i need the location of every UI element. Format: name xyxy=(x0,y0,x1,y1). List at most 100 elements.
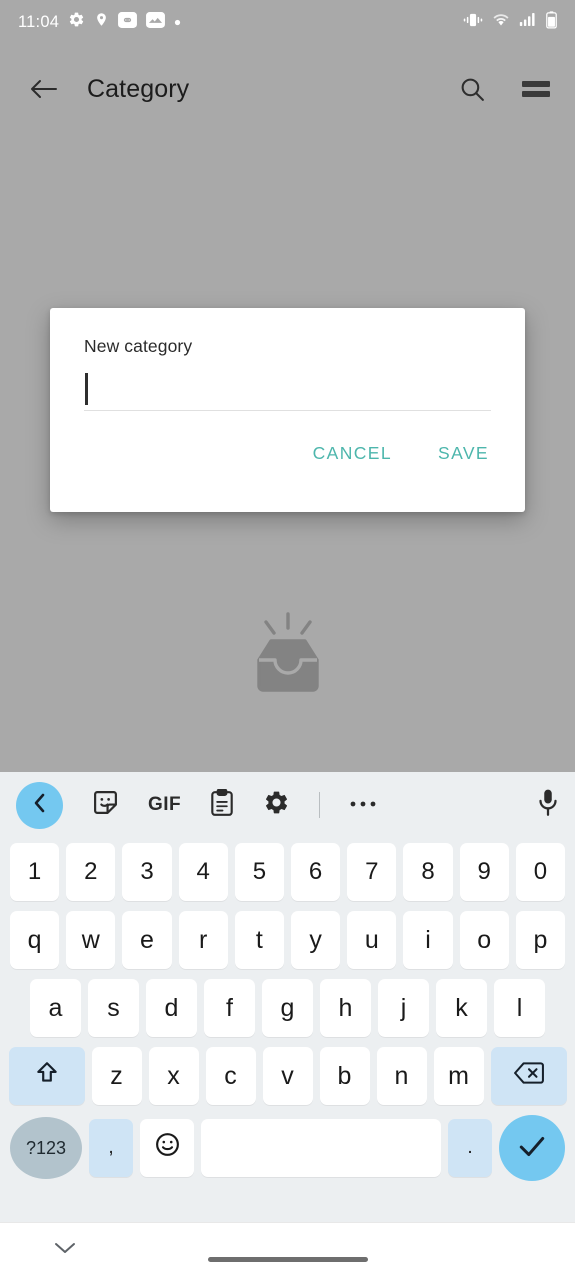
shift-up-icon xyxy=(34,1060,60,1093)
status-bar-left: 11:04 xyxy=(18,11,181,33)
key-j[interactable]: j xyxy=(378,979,429,1037)
key-4[interactable]: 4 xyxy=(178,843,228,901)
status-time: 11:04 xyxy=(18,12,60,31)
key-w[interactable]: w xyxy=(66,911,116,969)
on-screen-keyboard: GIF 1 2 3 4 5 6 7 8 9 0 q w e r t y u i … xyxy=(0,772,575,1222)
toolbar-divider xyxy=(319,792,321,818)
wifi-icon xyxy=(492,12,510,32)
keyboard-back-button[interactable] xyxy=(16,781,63,829)
battery-icon xyxy=(546,10,557,34)
list-menu-icon[interactable] xyxy=(519,72,553,106)
key-a[interactable]: a xyxy=(30,979,81,1037)
keyboard-row-bottom: zxcvbnm xyxy=(0,1042,575,1110)
status-bar: 11:04 xyxy=(0,0,575,44)
microphone-icon xyxy=(537,788,559,823)
key-u[interactable]: u xyxy=(347,911,397,969)
chevron-down-icon xyxy=(54,1241,76,1260)
dialog-label: New category xyxy=(84,336,193,356)
keyboard-settings-button[interactable] xyxy=(263,780,290,830)
clipboard-button[interactable] xyxy=(210,780,234,830)
keyboard-row-home: asdfghjkl xyxy=(0,974,575,1042)
key-8[interactable]: 8 xyxy=(403,843,453,901)
emoji-key[interactable] xyxy=(140,1119,194,1177)
keyboard-more-button[interactable] xyxy=(349,780,377,830)
key-1[interactable]: 1 xyxy=(9,843,60,901)
sticker-button[interactable] xyxy=(92,780,119,830)
image-icon xyxy=(146,11,166,33)
category-name-input[interactable] xyxy=(84,369,491,410)
key-0[interactable]: 0 xyxy=(515,843,566,901)
search-icon[interactable] xyxy=(455,72,489,106)
key-x[interactable]: x xyxy=(148,1047,199,1105)
empty-inbox-icon xyxy=(239,610,337,701)
key-i[interactable]: i xyxy=(403,911,453,969)
comma-key[interactable]: , xyxy=(89,1119,133,1177)
key-k[interactable]: k xyxy=(436,979,487,1037)
key-3[interactable]: 3 xyxy=(122,843,172,901)
empty-state xyxy=(0,610,575,701)
key-f[interactable]: f xyxy=(204,979,255,1037)
key-z[interactable]: z xyxy=(91,1047,142,1105)
key-v[interactable]: v xyxy=(262,1047,313,1105)
key-o[interactable]: o xyxy=(459,911,509,969)
shift-key[interactable] xyxy=(8,1047,85,1105)
key-h[interactable]: h xyxy=(320,979,371,1037)
backspace-icon xyxy=(513,1061,544,1092)
symbols-key[interactable]: ?123 xyxy=(10,1117,82,1179)
cancel-button[interactable]: CANCEL xyxy=(311,437,394,470)
key-t[interactable]: t xyxy=(234,911,284,969)
key-d[interactable]: d xyxy=(146,979,197,1037)
app-bar: Category xyxy=(0,58,575,120)
new-category-dialog: New category CANCEL SAVE xyxy=(50,308,525,512)
key-n[interactable]: n xyxy=(376,1047,427,1105)
key-9[interactable]: 9 xyxy=(459,843,509,901)
key-c[interactable]: c xyxy=(205,1047,256,1105)
key-7[interactable]: 7 xyxy=(347,843,397,901)
status-bar-right xyxy=(463,10,557,34)
dialog-actions: CANCEL SAVE xyxy=(84,437,491,470)
dot-icon xyxy=(174,13,181,31)
keyboard-row-numbers: 1234567890 xyxy=(0,838,575,906)
key-p[interactable]: p xyxy=(515,911,566,969)
keyboard-row-top: qwertyuiop xyxy=(0,906,575,974)
key-r[interactable]: r xyxy=(178,911,228,969)
hide-keyboard-button[interactable] xyxy=(48,1237,82,1263)
key-e[interactable]: e xyxy=(122,911,172,969)
key-q[interactable]: q xyxy=(9,911,60,969)
key-m[interactable]: m xyxy=(433,1047,484,1105)
save-button[interactable]: SAVE xyxy=(436,437,491,470)
sticker-icon xyxy=(92,789,119,821)
gif-button[interactable]: GIF xyxy=(148,780,181,830)
text-caret xyxy=(85,373,88,405)
android-screen: 11:04 Category New category CANCEL SAVE … xyxy=(0,0,575,1280)
location-pin-icon xyxy=(94,11,109,33)
vibrate-icon xyxy=(463,12,483,33)
key-b[interactable]: b xyxy=(319,1047,370,1105)
key-g[interactable]: g xyxy=(262,979,313,1037)
link-badge-icon xyxy=(118,11,138,33)
more-horizontal-icon xyxy=(349,796,377,814)
key-l[interactable]: l xyxy=(494,979,545,1037)
key-s[interactable]: s xyxy=(88,979,139,1037)
checkmark-icon xyxy=(517,1133,547,1164)
keyboard-toolbar: GIF xyxy=(0,772,575,838)
dialog-input-wrapper[interactable] xyxy=(84,369,491,411)
home-indicator[interactable] xyxy=(207,1257,368,1262)
gif-label: GIF xyxy=(148,794,182,815)
signal-icon xyxy=(519,12,537,32)
emoji-smiley-icon xyxy=(154,1131,181,1165)
key-2[interactable]: 2 xyxy=(66,843,116,901)
period-key[interactable]: . xyxy=(448,1119,492,1177)
clipboard-icon xyxy=(210,787,234,822)
key-6[interactable]: 6 xyxy=(291,843,341,901)
back-button[interactable] xyxy=(22,67,66,111)
space-key[interactable] xyxy=(201,1119,441,1177)
key-y[interactable]: y xyxy=(291,911,341,969)
enter-key[interactable] xyxy=(499,1115,565,1181)
voice-input-button[interactable] xyxy=(537,780,559,830)
chevron-left-icon xyxy=(32,792,48,819)
app-bar-actions xyxy=(455,72,553,106)
backspace-key[interactable] xyxy=(490,1047,567,1105)
key-5[interactable]: 5 xyxy=(234,843,284,901)
gear-icon xyxy=(263,789,290,821)
